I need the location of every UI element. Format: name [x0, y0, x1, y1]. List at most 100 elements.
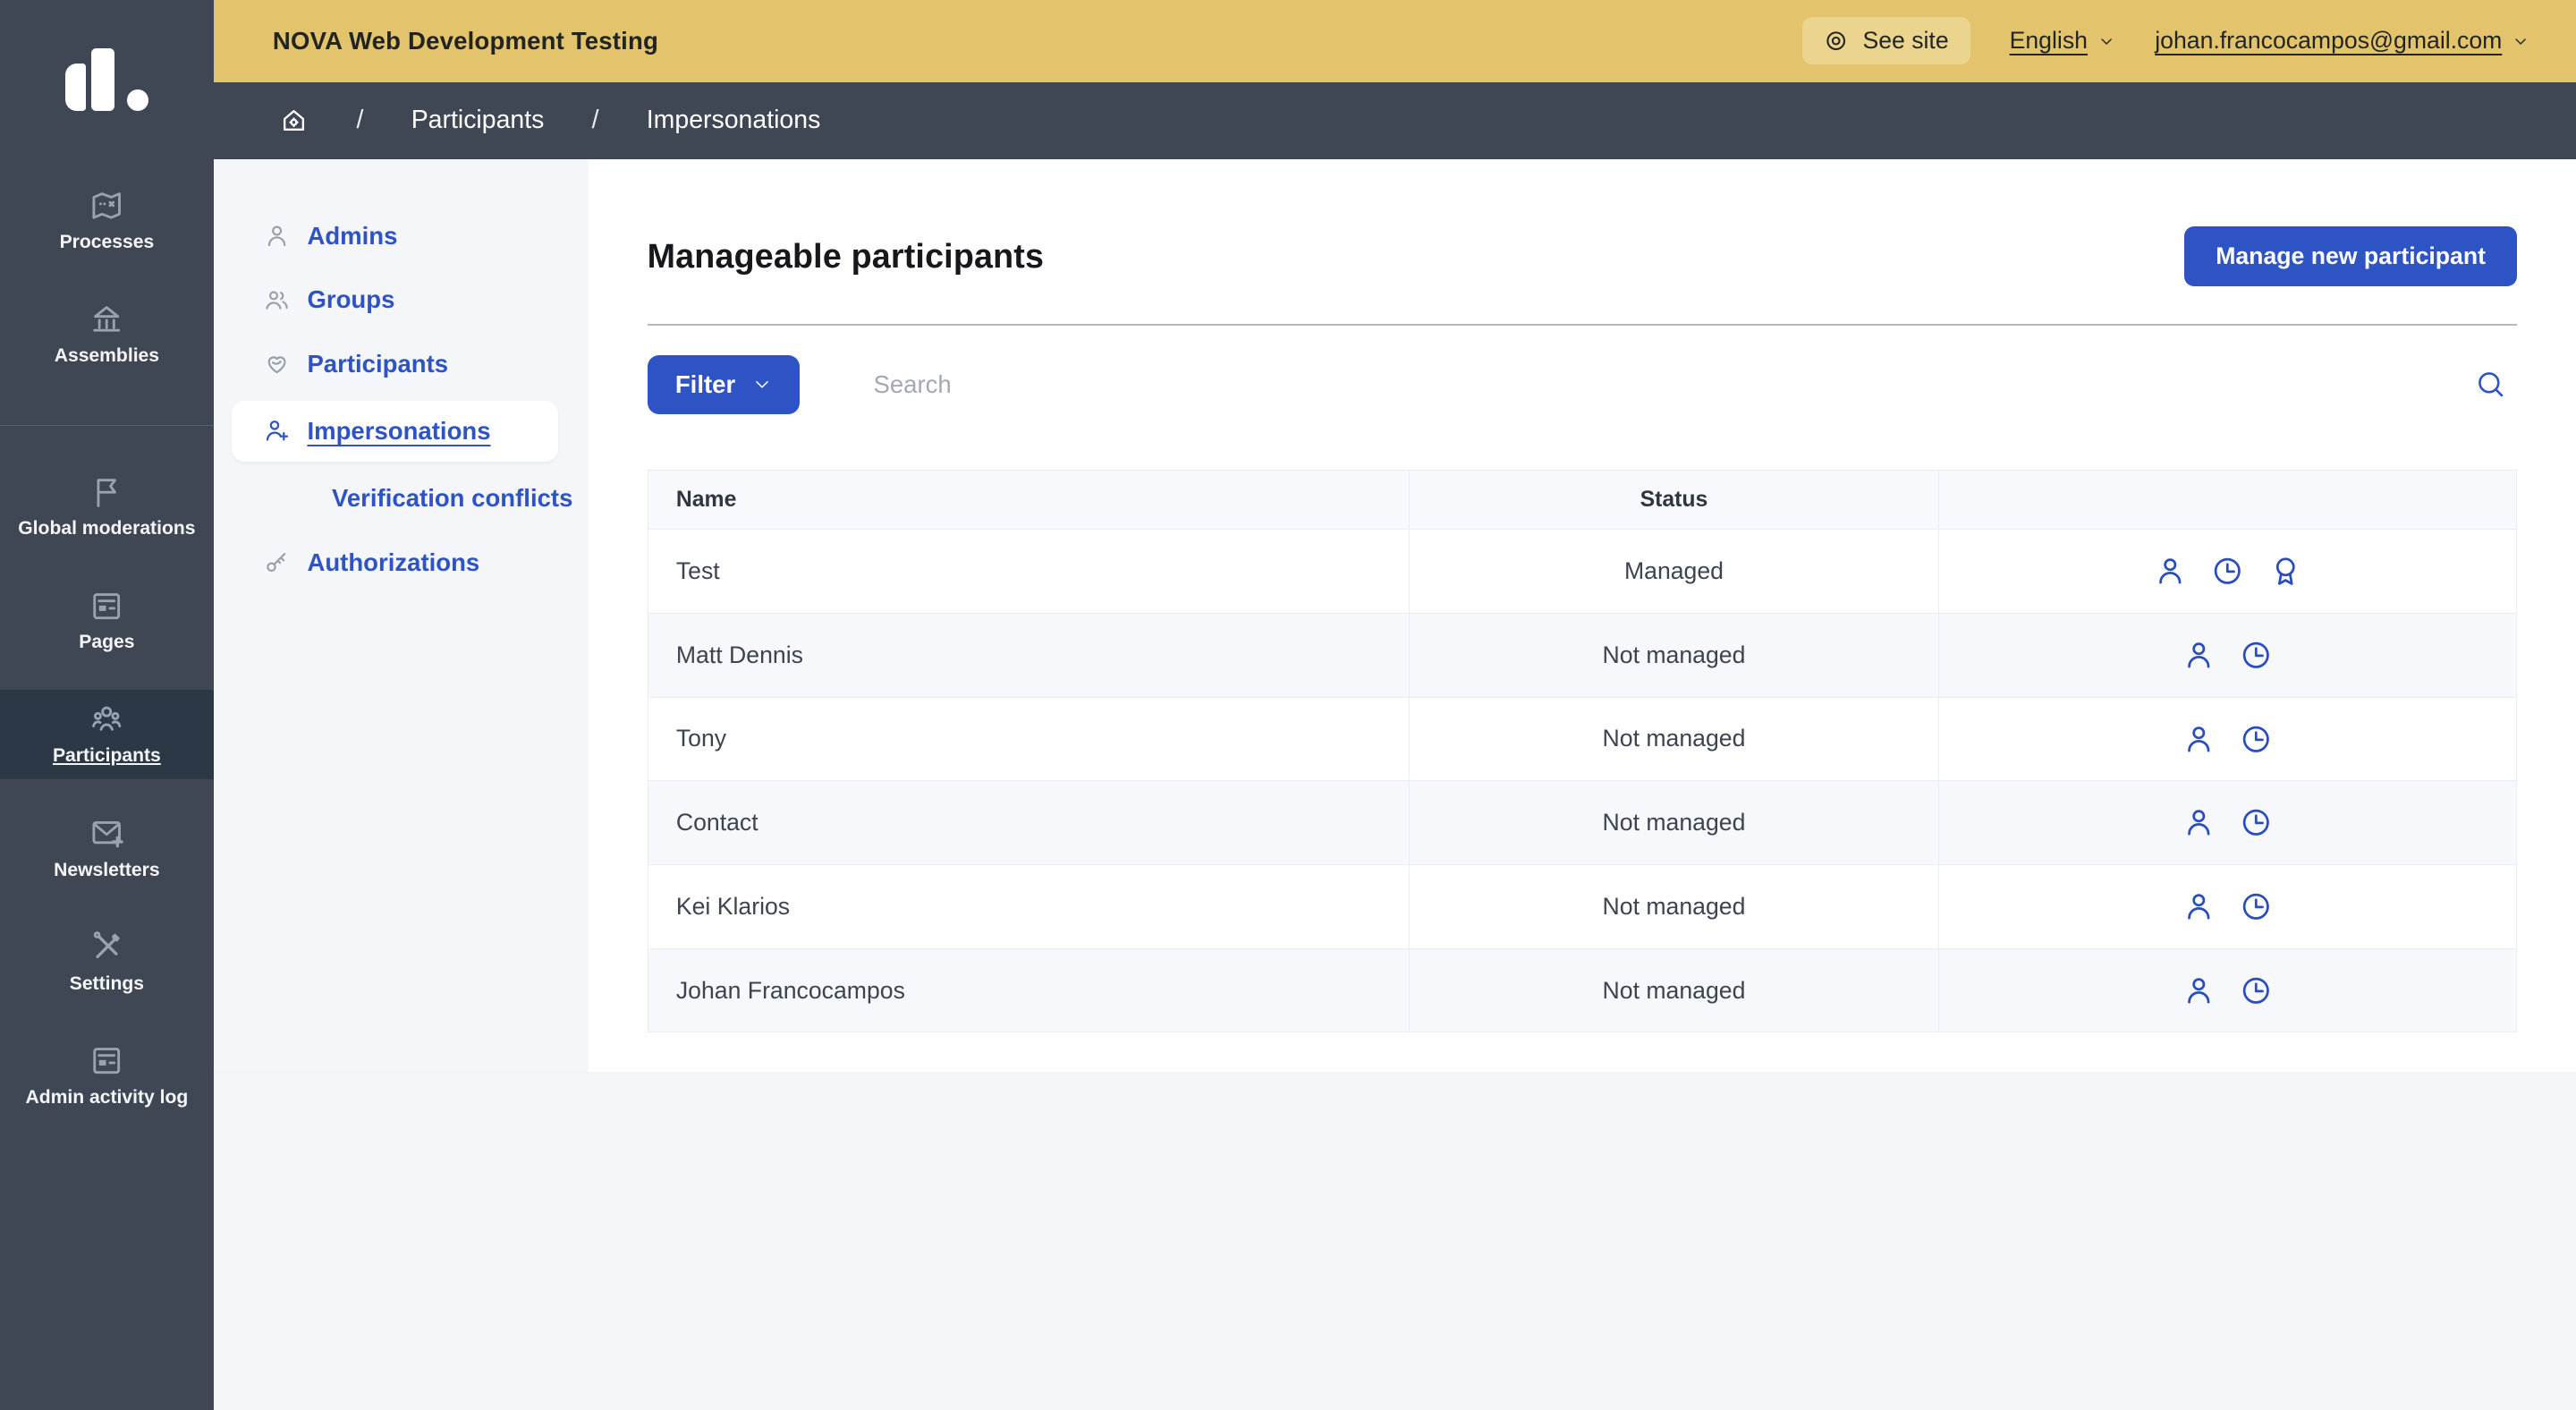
history-clock-icon[interactable]	[2239, 722, 2274, 757]
impersonate-user-icon[interactable]	[2182, 889, 2216, 924]
participant-name: Kei Klarios	[648, 865, 1409, 949]
sidebar-item-newsletters[interactable]: Newsletters	[0, 803, 214, 893]
sidebar-item-label: Assemblies	[55, 345, 159, 367]
certify-award-icon[interactable]	[2268, 554, 2303, 589]
sidebar-item-admin-activity-log[interactable]: Admin activity log	[0, 1031, 214, 1120]
participant-name: Test	[648, 530, 1409, 614]
secondary-nav: Admins Groups Participants	[214, 159, 589, 1071]
pages-icon	[89, 588, 124, 624]
breadcrumb-item-participants[interactable]: Participants	[411, 106, 545, 135]
organization-name: NOVA Web Development Testing	[273, 27, 658, 55]
user-menu-dropdown[interactable]: johan.francocampos@gmail.com	[2155, 27, 2529, 55]
participant-status: Not managed	[1409, 697, 1938, 781]
participant-status: Managed	[1409, 530, 1938, 614]
participants-icon	[89, 701, 124, 737]
breadcrumb: / Participants / Impersonations	[214, 82, 2576, 159]
subnav-item-verification-conflicts[interactable]: Verification conflicts	[214, 467, 589, 531]
column-header-status: Status	[1409, 471, 1938, 530]
participant-name: Johan Francocampos	[648, 948, 1409, 1032]
sidebar-item-processes[interactable]: Processes	[0, 176, 214, 266]
table-row: Contact Not managed	[648, 781, 2516, 865]
participant-status: Not managed	[1409, 613, 1938, 697]
table-row: Johan Francocampos Not managed	[648, 948, 2516, 1032]
subnav-item-label: Authorizations	[307, 548, 479, 577]
subnav-item-label: Verification conflicts	[332, 484, 572, 513]
breadcrumb-separator: /	[357, 106, 364, 135]
page-background	[214, 1072, 2576, 1410]
sidebar-item-participants[interactable]: Participants	[0, 690, 214, 779]
subnav-item-label: Admins	[307, 222, 397, 251]
impersonate-user-icon[interactable]	[2153, 554, 2188, 589]
subnav-item-groups[interactable]: Groups	[214, 268, 589, 332]
newsletters-icon	[89, 815, 124, 851]
groups-icon	[263, 286, 291, 314]
chevron-down-icon	[2097, 32, 2115, 50]
filter-label: Filter	[675, 370, 735, 399]
sidebar-item-pages[interactable]: Pages	[0, 576, 214, 666]
impersonate-user-icon[interactable]	[2182, 722, 2216, 757]
top-bar: NOVA Web Development Testing See site En…	[214, 0, 2576, 82]
page-title: Manageable participants	[648, 237, 1045, 276]
history-clock-icon[interactable]	[2239, 638, 2274, 673]
search-input[interactable]	[873, 370, 2474, 399]
column-header-name: Name	[648, 471, 1409, 530]
history-clock-icon[interactable]	[2210, 554, 2245, 589]
table-row: Matt Dennis Not managed	[648, 613, 2516, 697]
admin-activity-log-icon	[89, 1042, 124, 1078]
table-row: Test Managed	[648, 530, 2516, 614]
sidebar-item-label: Processes	[60, 232, 155, 253]
sidebar-item-label: Global moderations	[18, 518, 195, 539]
sidebar-item-label: Admin activity log	[25, 1087, 188, 1108]
decidim-logo[interactable]	[0, 0, 214, 159]
key-icon	[263, 548, 291, 576]
sidebar-item-label: Newsletters	[54, 860, 160, 881]
participant-name: Tony	[648, 697, 1409, 781]
processes-icon	[89, 187, 124, 223]
subnav-item-admins[interactable]: Admins	[214, 204, 589, 268]
sidebar-item-settings[interactable]: Settings	[0, 917, 214, 1007]
filter-button[interactable]: Filter	[648, 355, 800, 414]
chevron-down-icon	[752, 375, 772, 395]
participant-name: Matt Dennis	[648, 613, 1409, 697]
search-icon[interactable]	[2474, 368, 2507, 401]
subnav-item-participants[interactable]: Participants	[214, 332, 589, 396]
participant-status: Not managed	[1409, 948, 1938, 1032]
subnav-item-impersonations[interactable]: Impersonations	[232, 401, 559, 462]
title-divider	[648, 324, 2517, 326]
app-window: Processes Assemblies Global moderations	[0, 0, 2576, 1410]
sidebar-divider	[0, 425, 214, 427]
home-icon[interactable]	[279, 106, 309, 135]
heart-hand-icon	[263, 350, 291, 378]
assemblies-icon	[89, 301, 124, 336]
participant-name: Contact	[648, 781, 1409, 865]
subnav-item-label: Participants	[307, 350, 448, 378]
impersonate-user-icon[interactable]	[2182, 805, 2216, 840]
subnav-item-label: Groups	[307, 285, 394, 314]
settings-icon	[89, 929, 124, 964]
user-add-icon	[263, 417, 291, 445]
language-dropdown[interactable]: English	[2010, 27, 2116, 55]
sidebar-item-global-moderations[interactable]: Global moderations	[0, 463, 214, 552]
sidebar-nav: Processes Assemblies Global moderations	[0, 159, 214, 1144]
impersonate-user-icon[interactable]	[2182, 638, 2216, 673]
see-site-icon	[1823, 28, 1849, 54]
sidebar-item-assemblies[interactable]: Assemblies	[0, 290, 214, 379]
history-clock-icon[interactable]	[2239, 973, 2274, 1008]
see-site-button[interactable]: See site	[1802, 17, 1970, 64]
user-email: johan.francocampos@gmail.com	[2155, 27, 2502, 55]
participant-status: Not managed	[1409, 781, 1938, 865]
history-clock-icon[interactable]	[2239, 889, 2274, 924]
history-clock-icon[interactable]	[2239, 805, 2274, 840]
impersonate-user-icon[interactable]	[2182, 973, 2216, 1008]
main-sidebar: Processes Assemblies Global moderations	[0, 0, 214, 1410]
subnav-item-authorizations[interactable]: Authorizations	[214, 531, 589, 595]
language-label: English	[2010, 27, 2088, 55]
breadcrumb-item-impersonations[interactable]: Impersonations	[647, 106, 821, 135]
global-moderations-icon	[89, 474, 124, 510]
breadcrumb-separator: /	[592, 106, 599, 135]
sidebar-item-label: Pages	[79, 632, 134, 653]
subnav-item-label: Impersonations	[307, 417, 490, 446]
manage-new-participant-button[interactable]: Manage new participant	[2184, 226, 2517, 285]
participant-status: Not managed	[1409, 865, 1938, 949]
table-row: Tony Not managed	[648, 697, 2516, 781]
